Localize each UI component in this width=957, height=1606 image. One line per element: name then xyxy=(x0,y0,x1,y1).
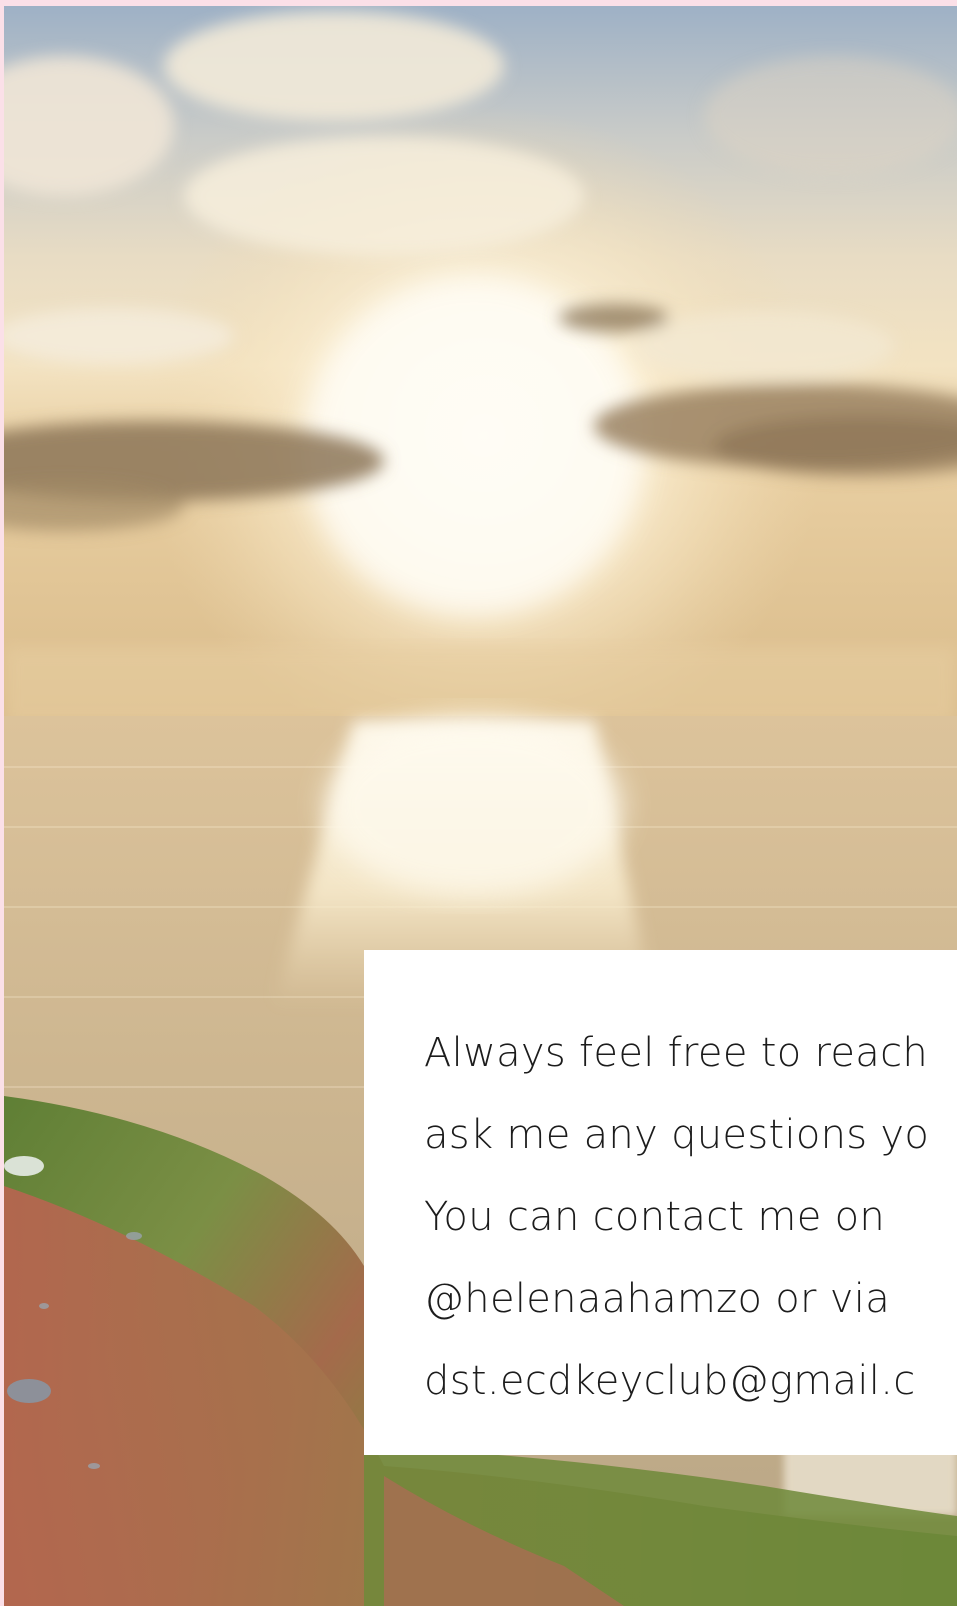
contact-info-card: Always feel free to reach ask me any que… xyxy=(364,950,957,1455)
contact-handle-line: @helenaahamzo or via xyxy=(424,1276,890,1322)
page: Always feel free to reach ask me any que… xyxy=(0,0,957,1606)
contact-text-line-1: Always feel free to reach xyxy=(424,1030,929,1076)
contact-text-line-2: ask me any questions yo xyxy=(424,1112,930,1158)
contact-email-line: dst.ecdkeyclub@gmail.c xyxy=(424,1358,916,1404)
contact-text-line-3: You can contact me on xyxy=(424,1194,886,1240)
